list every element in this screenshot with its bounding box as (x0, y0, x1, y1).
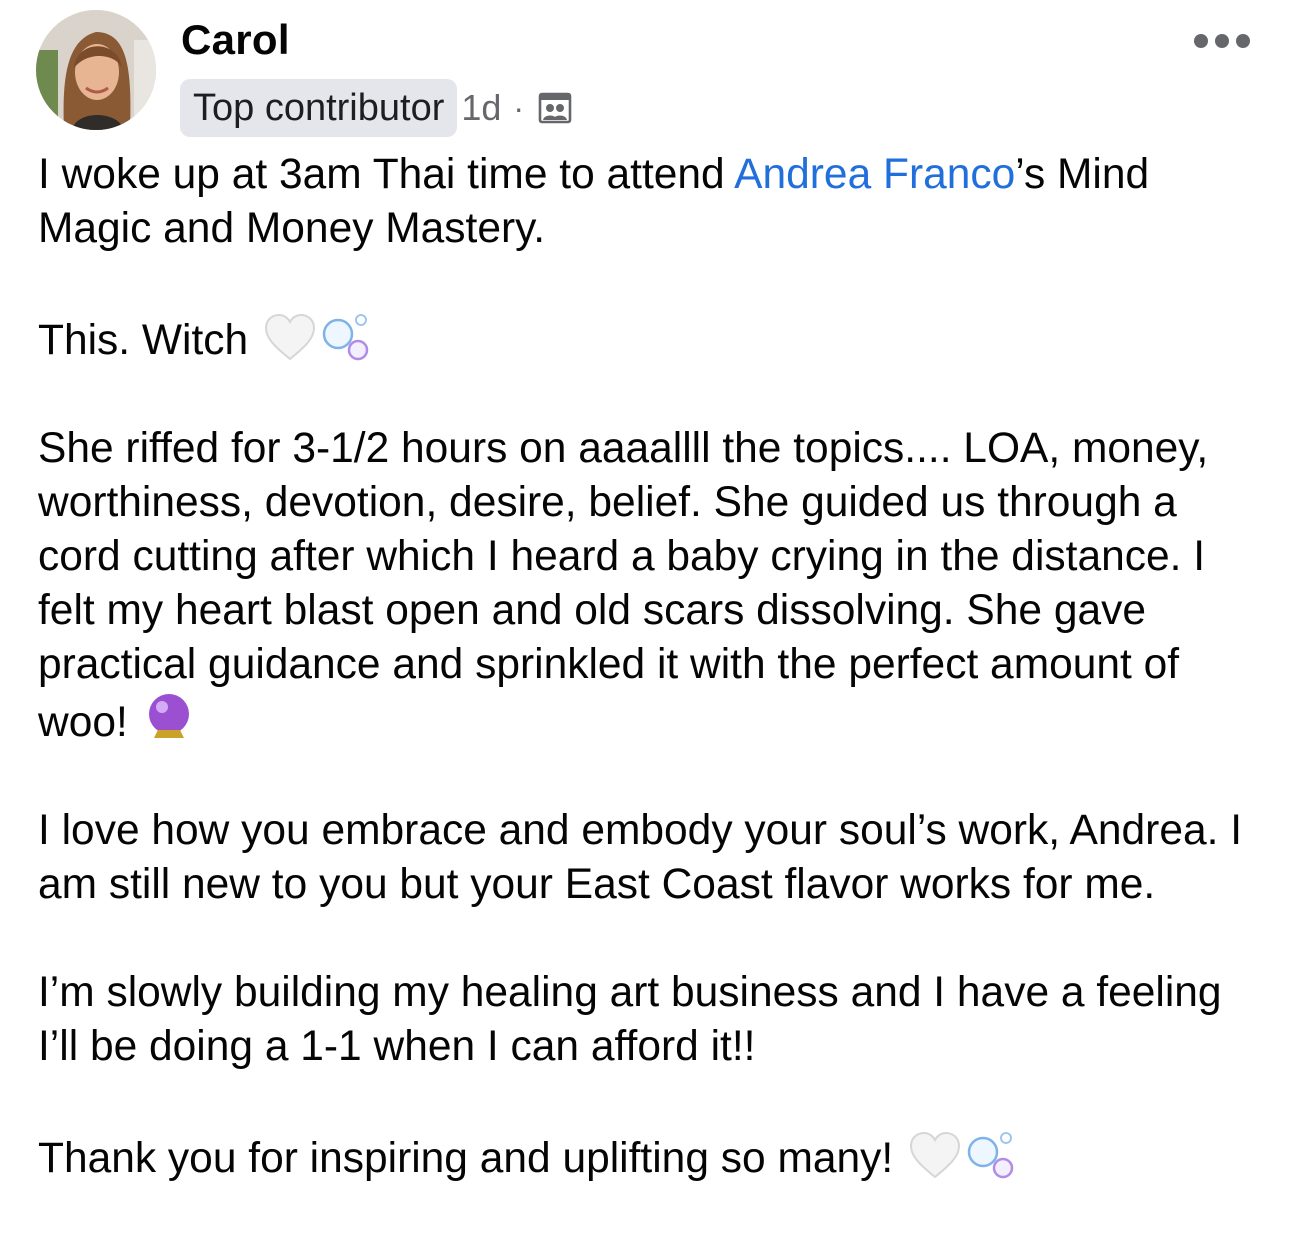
paragraph-5-text: I’m slowly building my healing art busin… (38, 969, 1222, 1070)
paragraph-4: I love how you embrace and embody your s… (38, 804, 1268, 912)
bubbles-emoji (965, 1128, 1019, 1180)
profile-photo (36, 10, 156, 130)
paragraph-6-text: Thank you for inspiring and uplifting so… (38, 1135, 894, 1182)
author-avatar[interactable] (36, 10, 156, 130)
top-contributor-badge[interactable]: Top contributor (180, 79, 458, 137)
mention-link[interactable]: Andrea Franco (734, 151, 1015, 198)
white-heart-emoji (909, 1132, 961, 1180)
post-text: I woke up at 3am Thai time to attend And… (38, 148, 1268, 1186)
paragraph-3: She riffed for 3-1/2 hours on aaaallll t… (38, 422, 1268, 750)
white-heart-emoji (264, 314, 316, 362)
paragraph-2-text: This. Witch (38, 317, 249, 364)
group-members-icon[interactable] (538, 90, 574, 126)
paragraph-1: I woke up at 3am Thai time to attend And… (38, 148, 1268, 256)
more-options-icon[interactable] (1194, 26, 1250, 56)
paragraph-4-text: I love how you embrace and embody your s… (38, 807, 1243, 908)
paragraph-6: Thank you for inspiring and uplifting so… (38, 1128, 1268, 1186)
author-name[interactable]: Carol (181, 14, 290, 66)
paragraph-3-text: She riffed for 3-1/2 hours on aaaallll t… (38, 425, 1209, 746)
facebook-post: Carol Top contributor 1d · I woke up at … (0, 0, 1290, 1248)
paragraph-1-start: I woke up at 3am Thai time to attend (38, 151, 735, 198)
post-meta: Top contributor 1d · (180, 79, 574, 137)
post-timestamp[interactable]: 1d (461, 87, 501, 129)
crystal-ball-emoji (144, 692, 194, 744)
paragraph-5: I’m slowly building my healing art busin… (38, 966, 1268, 1074)
bubbles-emoji (320, 310, 374, 362)
meta-separator: · (513, 89, 525, 126)
paragraph-2: This. Witch (38, 310, 1268, 368)
